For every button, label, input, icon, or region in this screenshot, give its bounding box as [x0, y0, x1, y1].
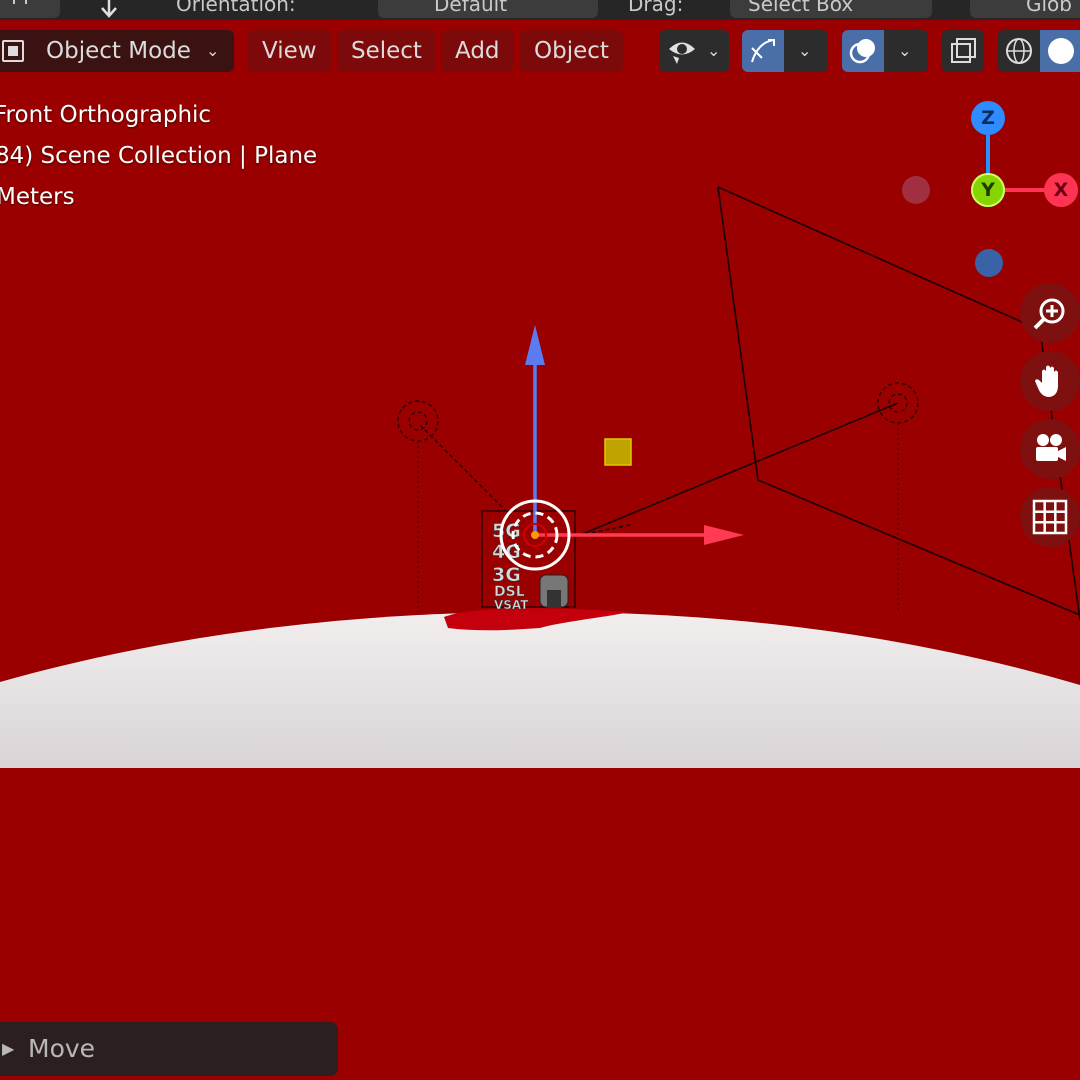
tool-settings-header: Orientation: Default Drag: Select Box Gl…	[0, 0, 1080, 20]
overlays-icon	[849, 39, 875, 64]
ground-plane	[0, 612, 1080, 768]
wireframe-shading-icon	[1006, 38, 1032, 64]
pivot-icon	[13, 0, 27, 4]
overlays-toggle[interactable]	[842, 30, 884, 72]
object-mode-select[interactable]: Object Mode ⌄	[0, 30, 234, 72]
camera-icon	[1036, 434, 1066, 461]
pan-button[interactable]	[1020, 351, 1080, 411]
zoom-icon	[1033, 298, 1065, 330]
gizmo-z-arrow[interactable]	[525, 325, 545, 365]
toggle-ortho-button[interactable]	[1020, 487, 1080, 547]
gizmo-dropdown[interactable]: ⌄	[784, 30, 828, 72]
global-orientation-select[interactable]: Glob	[970, 0, 1080, 18]
gizmo-icon	[751, 39, 775, 63]
xray-icon	[951, 38, 976, 63]
zoom-button[interactable]	[1020, 283, 1080, 343]
gizmo-neg-z-ball[interactable]	[975, 249, 1003, 277]
units-label: Meters	[0, 184, 75, 210]
menu-object[interactable]: Object	[520, 30, 623, 72]
solid-shading-icon	[1048, 38, 1074, 64]
light-left-direction	[419, 424, 511, 516]
gizmo-neg-x-ball[interactable]	[902, 176, 930, 204]
last-operator-panel[interactable]: ▶ Move	[0, 1022, 338, 1076]
drag-label: Drag:	[628, 0, 684, 16]
object-text-line: VSAT	[494, 598, 529, 612]
drag-value: Select Box	[748, 0, 854, 16]
chevron-down-icon: ⌄	[798, 41, 812, 60]
visibility-dropdown[interactable]: ⌄	[659, 30, 729, 72]
chevron-down-icon: ⌄	[206, 41, 220, 60]
3d-viewport[interactable]: 5G 4G 3G DSL VSAT Orientation: Default D…	[0, 0, 1080, 1080]
menu-view[interactable]: View	[248, 30, 331, 72]
hand-icon	[1035, 365, 1058, 397]
view-name: Front Orthographic	[0, 102, 212, 128]
transform-pivot-button[interactable]	[0, 0, 60, 18]
gizmo-x-ball[interactable]: X	[1044, 173, 1078, 207]
chevron-down-icon: ⌄	[898, 41, 912, 60]
operator-title: Move	[28, 1034, 96, 1063]
viewport-header: Object Mode ⌄ View Select Add Object ⌄ ⌄	[0, 20, 1080, 82]
menu-select[interactable]: Select	[337, 30, 436, 72]
transform-orientation-select[interactable]: Default	[378, 0, 598, 18]
light-left	[397, 400, 439, 442]
light-right-direction	[579, 402, 899, 536]
drag-select[interactable]: Select Box	[730, 0, 932, 18]
gizmo-toggle[interactable]	[742, 30, 784, 72]
global-value: Glob	[1026, 0, 1072, 16]
eye-icon	[669, 42, 695, 64]
selected-empty[interactable]	[604, 438, 632, 466]
gizmo-x-arrow[interactable]	[704, 525, 744, 545]
expand-triangle-icon[interactable]: ▶	[2, 1022, 14, 1076]
origin-dot	[531, 531, 539, 539]
snap-icon[interactable]	[92, 0, 126, 20]
collection-info: (84) Scene Collection | Plane	[0, 143, 318, 169]
wireframe-shading-button[interactable]	[998, 30, 1040, 72]
xray-toggle[interactable]	[942, 30, 984, 72]
object-mode-value: Object Mode	[46, 38, 191, 64]
transform-orientation-value: Default	[434, 0, 508, 16]
gizmo-z-ball[interactable]: Z	[971, 101, 1005, 135]
object-mode-icon	[2, 40, 24, 62]
gizmo-y-ball[interactable]: Y	[971, 173, 1005, 207]
camera-view-button[interactable]	[1020, 419, 1080, 479]
menu-add[interactable]: Add	[441, 30, 514, 72]
solid-shading-button[interactable]	[1040, 30, 1080, 72]
overlays-dropdown[interactable]: ⌄	[884, 30, 928, 72]
chevron-down-icon: ⌄	[707, 41, 721, 60]
orientation-label: Orientation:	[176, 0, 296, 16]
grid-icon	[1032, 499, 1068, 535]
object-text-line: 3G	[492, 564, 521, 586]
